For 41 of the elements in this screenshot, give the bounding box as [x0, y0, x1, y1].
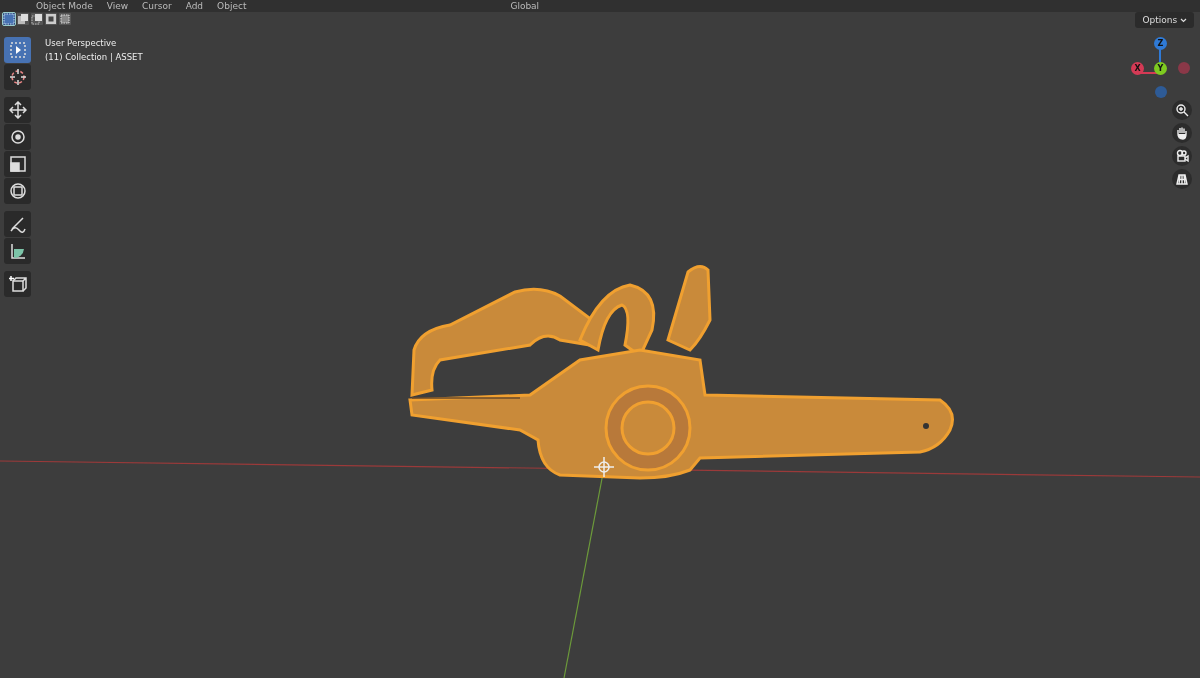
move-tool-button[interactable]: [4, 97, 31, 123]
cursor-icon: [8, 68, 27, 86]
annotate-tool-button[interactable]: [4, 211, 31, 237]
scale-tool-button[interactable]: [4, 151, 31, 177]
measure-icon: [8, 242, 27, 260]
cursor-tool-button[interactable]: [4, 64, 31, 90]
annotate-icon: [8, 215, 27, 233]
axis-ball[interactable]: X: [1131, 62, 1144, 75]
select-tool-button[interactable]: [4, 37, 31, 63]
select-mode-icon[interactable]: [31, 13, 43, 25]
options-button[interactable]: Options: [1135, 12, 1194, 28]
hand-icon[interactable]: [1172, 123, 1192, 143]
zoom-icon[interactable]: [1172, 100, 1192, 120]
menu-item[interactable]: Add: [185, 0, 204, 12]
measure-tool-button[interactable]: [4, 238, 31, 264]
transform-icon: [8, 182, 27, 200]
grid-icon[interactable]: [1172, 169, 1192, 189]
menu-item[interactable]: View: [106, 0, 129, 12]
camera-icon[interactable]: [1172, 146, 1192, 166]
menu-item[interactable]: Object: [217, 0, 247, 12]
add-cube-icon: [8, 275, 27, 293]
view-name: User Perspective: [45, 37, 118, 50]
axis-ball[interactable]: Y: [1154, 62, 1167, 75]
select-mode-icon[interactable]: [45, 13, 57, 25]
collection-label: (11) Collection | ASSET: [45, 51, 143, 64]
chevron-down-icon: [1180, 18, 1187, 23]
select-icon: [8, 41, 27, 59]
transform-tool-button[interactable]: [4, 178, 31, 204]
scale-icon: [8, 155, 27, 173]
mode-dropdown[interactable]: Object Mode: [36, 0, 93, 12]
move-icon: [8, 101, 27, 119]
menu-item[interactable]: Cursor: [142, 0, 172, 12]
axis-ball[interactable]: Z: [1154, 37, 1167, 50]
select-mode-icon[interactable]: [3, 13, 15, 25]
rotate-icon: [8, 128, 27, 146]
select-mode-icon[interactable]: [17, 13, 29, 25]
origin-cursor-icon: [593, 456, 615, 478]
select-mode-icon[interactable]: [59, 13, 71, 25]
add-cube-tool-button[interactable]: [4, 271, 31, 297]
rotate-tool-button[interactable]: [4, 124, 31, 150]
orientation-dropdown[interactable]: Global: [510, 0, 540, 12]
